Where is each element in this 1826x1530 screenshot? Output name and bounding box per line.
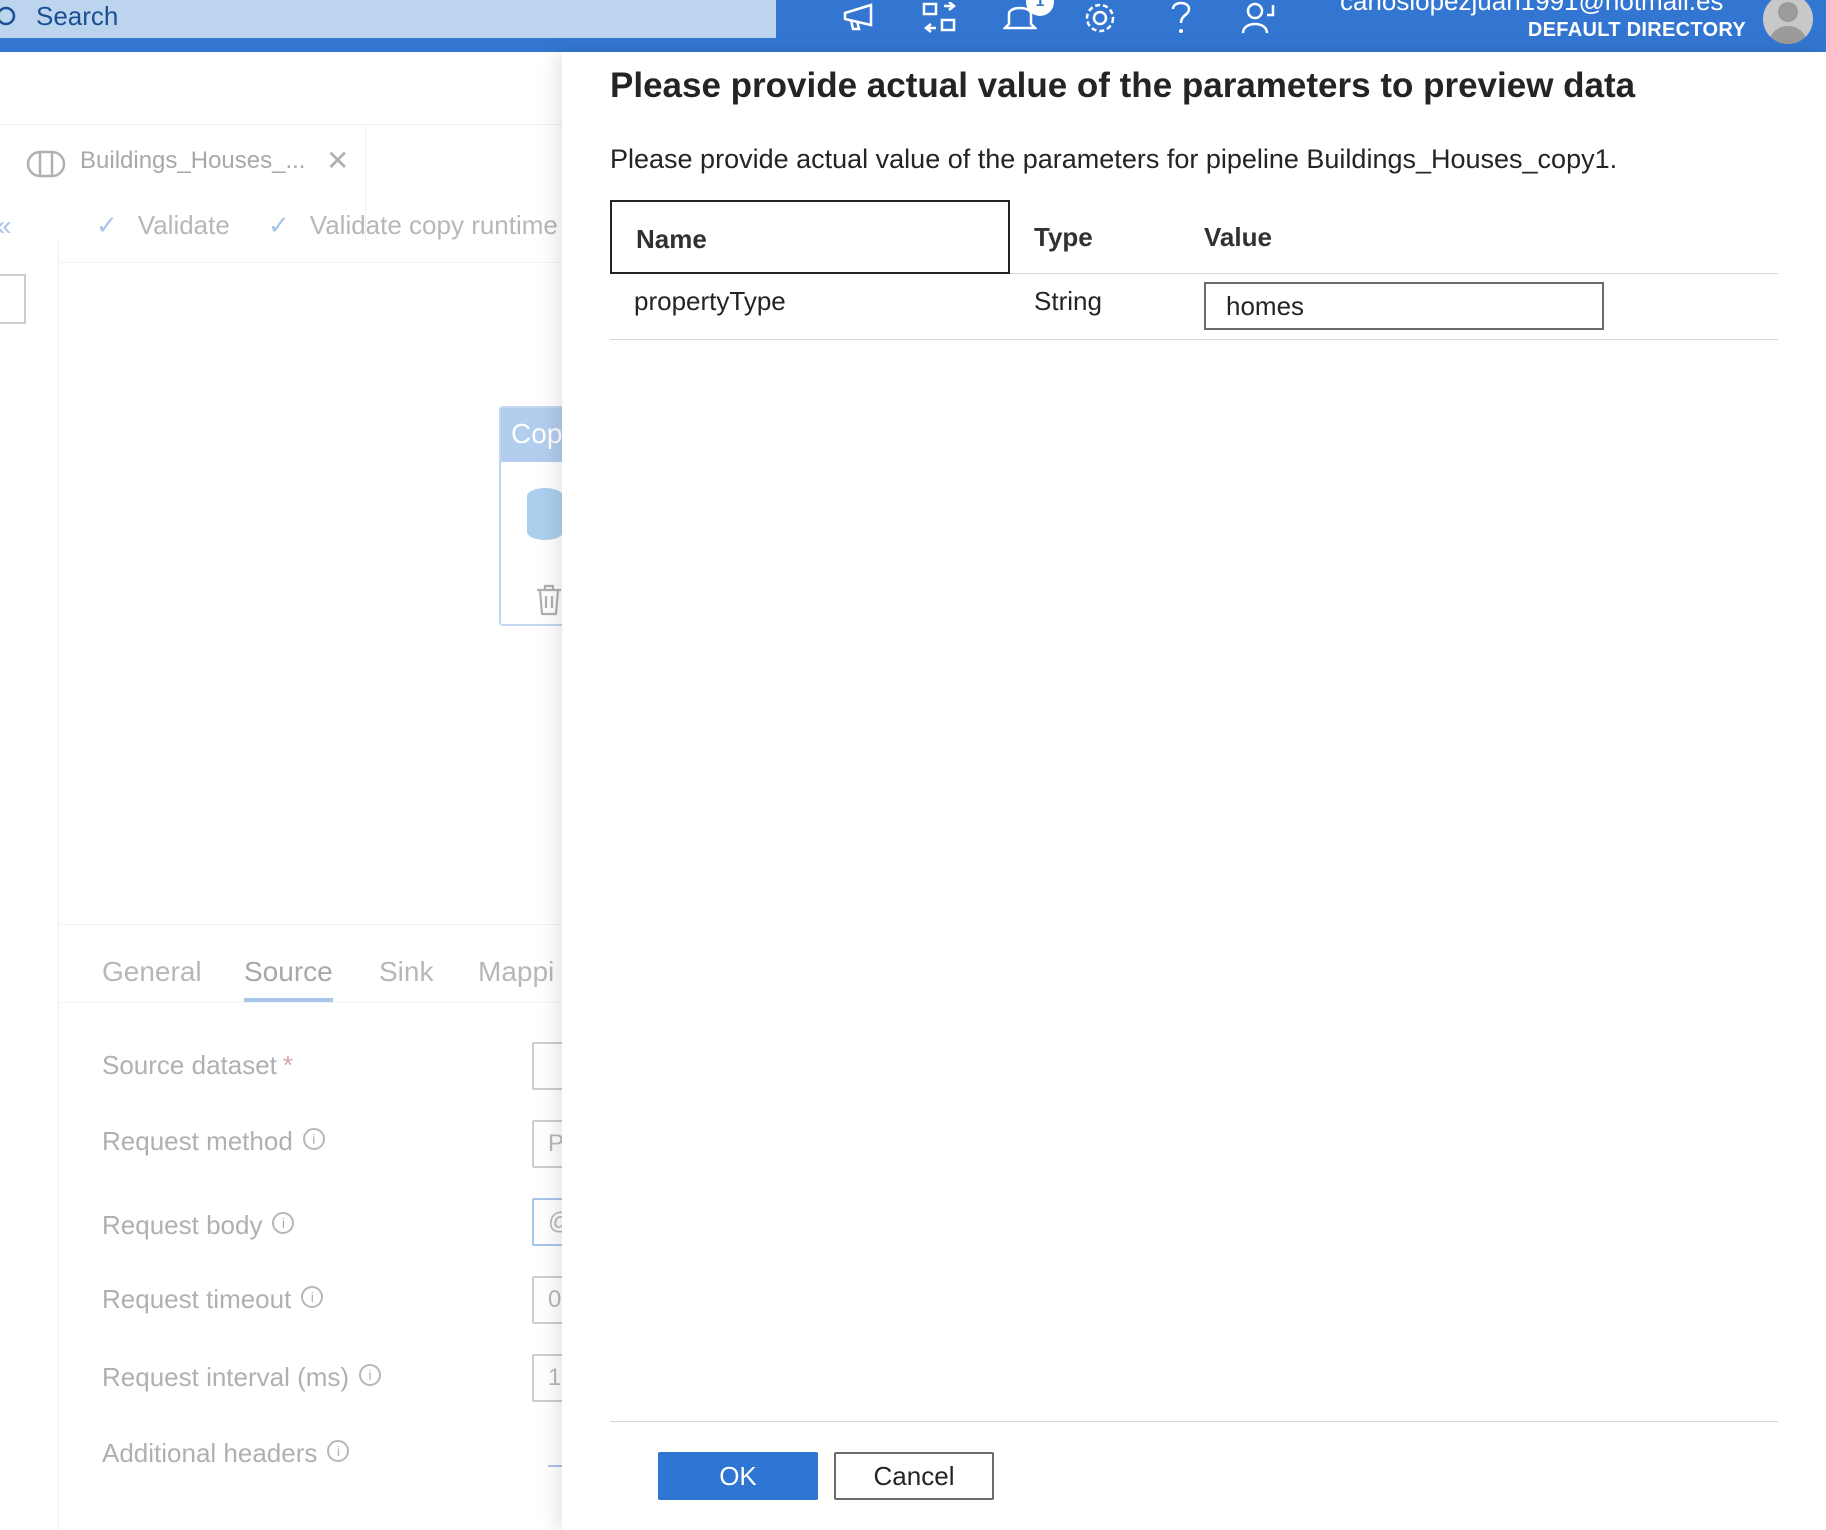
validate-runtime-button[interactable]: ✓ Validate copy runtime — [268, 210, 558, 241]
user-directory: DEFAULT DIRECTORY — [1527, 19, 1746, 41]
divider — [58, 242, 59, 1530]
ok-button[interactable]: OK — [658, 1452, 818, 1500]
divider — [58, 262, 562, 263]
parameter-preview-dialog: Please provide actual value of the param… — [562, 52, 1826, 1530]
request-timeout-field[interactable]: 0 — [532, 1276, 562, 1324]
copy-activity-node[interactable]: Cop — [499, 406, 562, 626]
search-icon — [0, 6, 18, 37]
help-icon[interactable] — [1158, 0, 1202, 36]
divider — [610, 1421, 1778, 1422]
pipeline-icon — [26, 150, 66, 183]
database-icon — [527, 488, 562, 540]
cancel-button[interactable]: Cancel — [834, 1452, 994, 1500]
top-bar: Search 1 carlosiopezjuan1991@hotmail.es … — [0, 0, 1826, 52]
avatar[interactable] — [1763, 0, 1813, 44]
info-icon: i — [301, 1286, 324, 1308]
table-row: propertyType String — [610, 274, 1778, 340]
directory-switch-icon[interactable] — [918, 0, 962, 36]
column-header-value[interactable]: Value — [1204, 222, 1272, 253]
request-body-label: Request body i — [102, 1210, 295, 1241]
gear-icon[interactable] — [1078, 0, 1122, 36]
divider — [0, 124, 562, 125]
column-header-name[interactable]: Name — [610, 200, 1010, 274]
parameter-name: propertyType — [634, 286, 786, 316]
request-timeout-label: Request timeout i — [102, 1284, 324, 1315]
source-dataset-label: Source dataset * — [102, 1050, 294, 1080]
search-box[interactable]: Search — [0, 0, 776, 38]
pipeline-editor-background: Buildings_Houses_... ✕ « ✓Validate ✓Vali… — [0, 52, 562, 1530]
parameters-table: Name Type Value propertyType String — [610, 200, 1778, 340]
table-header: Name Type Value — [610, 200, 1778, 274]
left-panel-box[interactable] — [0, 274, 26, 324]
megaphone-icon[interactable] — [838, 0, 882, 36]
tab-mapping[interactable]: Mappi — [478, 956, 554, 988]
feedback-icon[interactable] — [1238, 0, 1282, 36]
collapse-icon[interactable]: « — [0, 210, 12, 242]
new-header-link[interactable] — [548, 1465, 562, 1467]
check-icon: ✓ — [268, 210, 290, 240]
dialog-description: Please provide actual value of the param… — [610, 144, 1618, 174]
info-icon: i — [272, 1212, 295, 1234]
user-email[interactable]: carlosiopezjuan1991@hotmail.es — [1340, 0, 1723, 17]
request-method-label: Request method i — [102, 1126, 325, 1157]
check-icon: ✓ — [96, 210, 118, 240]
source-dataset-field[interactable] — [532, 1042, 562, 1090]
tab-source[interactable]: Source — [244, 956, 333, 1002]
request-interval-label: Request interval (ms) i — [102, 1362, 382, 1393]
tab-sink[interactable]: Sink — [379, 956, 433, 988]
info-icon: i — [327, 1440, 350, 1462]
close-icon[interactable]: ✕ — [326, 144, 349, 177]
pipeline-tab-title: Buildings_Houses_... — [80, 147, 306, 174]
additional-headers-label: Additional headers i — [102, 1438, 350, 1469]
request-body-field[interactable]: @ — [532, 1198, 562, 1246]
divider — [58, 924, 562, 925]
tab-general[interactable]: General — [102, 956, 202, 988]
request-interval-field[interactable]: 1 — [532, 1354, 562, 1402]
trash-icon[interactable] — [535, 584, 562, 621]
validate-button[interactable]: ✓ Validate — [96, 210, 230, 241]
parameter-type: String — [1034, 286, 1102, 316]
info-icon: i — [359, 1364, 382, 1386]
activity-title: Cop — [501, 408, 562, 462]
request-method-field[interactable]: P — [532, 1120, 562, 1168]
dialog-title: Please provide actual value of the param… — [610, 66, 1636, 105]
search-placeholder: Search — [36, 1, 119, 31]
parameter-value-input[interactable] — [1204, 282, 1604, 330]
divider — [58, 1002, 562, 1003]
info-icon: i — [302, 1128, 325, 1150]
column-header-type[interactable]: Type — [1034, 222, 1093, 253]
